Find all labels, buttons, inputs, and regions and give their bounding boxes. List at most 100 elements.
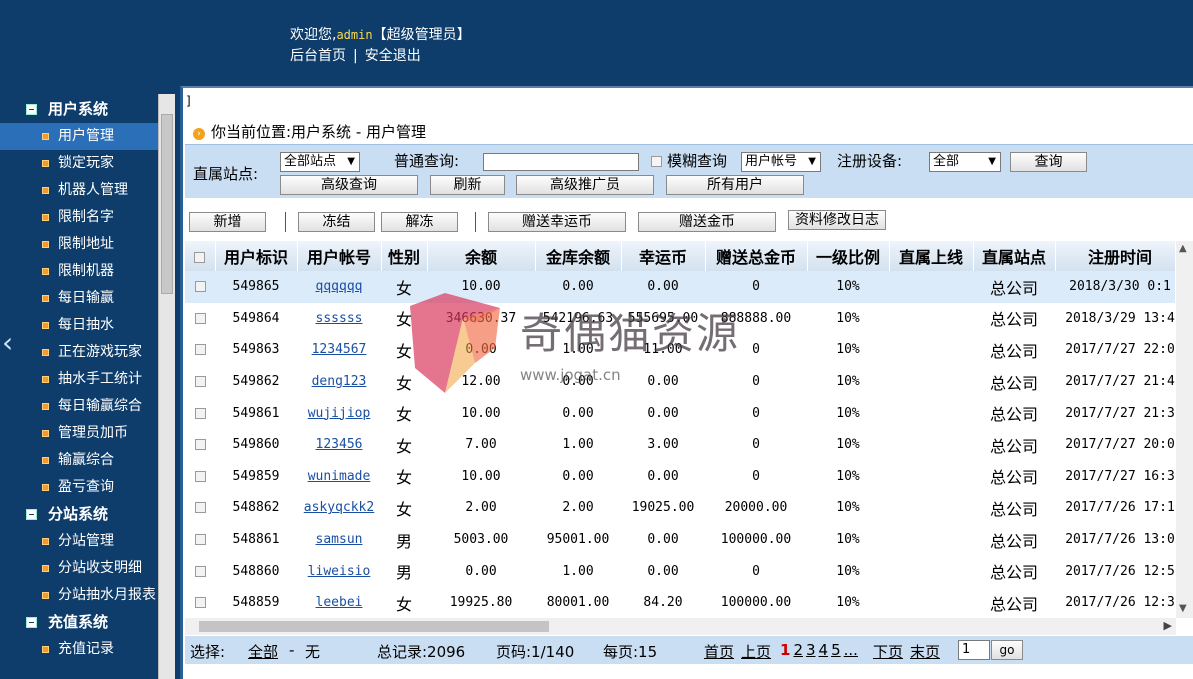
horizontal-scroll-thumb[interactable] [199,621,549,632]
page-number-link[interactable]: 5 [831,641,841,659]
sidebar-item[interactable]: 锁定玩家 [0,150,158,177]
table-row[interactable]: 548861 samsun 男 5003.00 95001.00 0.00 100000.0… [185,524,1175,556]
row-select-cell[interactable] [185,397,215,429]
row-select-cell[interactable] [185,366,215,398]
row-checkbox[interactable] [194,502,206,514]
sidebar-item[interactable]: 输赢综合 [0,447,158,474]
sidebar-item[interactable]: 机器人管理 [0,177,158,204]
table-row[interactable]: 549859 wunimade 女 10.00 0.00 0.00 0 10% 总公司 2017/… [185,461,1175,493]
row-checkbox[interactable] [194,376,206,388]
next-page-link[interactable]: 下页 [873,641,903,662]
table-row[interactable]: 549862 deng123 女 12.00 0.00 0.00 0 10% 总公司 2017/7… [185,366,1175,398]
all-users-button[interactable]: 所有用户 [666,175,804,195]
row-checkbox[interactable] [194,407,206,419]
collapse-box-icon[interactable] [26,617,37,628]
sidebar-item[interactable]: 分站收支明细 [0,555,158,582]
sidebar-group-0[interactable]: 用户系统 [0,96,158,123]
goto-page-input[interactable]: 1 [958,640,990,660]
column-header[interactable]: 金库余额 [535,241,622,271]
column-header[interactable]: 注册时间 [1055,241,1175,271]
select-none-link[interactable]: 无 [305,641,320,662]
fuzzy-checkbox[interactable] [651,156,662,167]
station-select[interactable]: 全部站点 ▼ [280,152,360,172]
table-vertical-scrollbar[interactable]: ▲ ▼ [1176,241,1193,618]
column-header[interactable]: 一级比例 [807,241,890,271]
row-checkbox[interactable] [194,470,206,482]
row-select-cell[interactable] [185,334,215,366]
row-checkbox[interactable] [194,439,206,451]
account-link[interactable]: leebei [297,587,381,618]
table-row[interactable]: 548862 askyqckk2 女 2.00 2.00 19025.00 20000.00… [185,492,1175,524]
table-row[interactable]: 549860 123456 女 7.00 1.00 3.00 0 10% 总公司 2017/7/2… [185,429,1175,461]
table-row[interactable]: 548859 leebei 女 19925.80 80001.00 84.20 100000… [185,587,1175,618]
sidebar-item[interactable]: 限制地址 [0,231,158,258]
column-header[interactable]: 幸运币 [621,241,706,271]
sidebar-item[interactable]: 抽水手工统计 [0,366,158,393]
account-link[interactable]: samsun [297,524,381,556]
logout-link[interactable]: 安全退出 [365,48,421,64]
column-header[interactable]: 直属站点 [973,241,1056,271]
search-input[interactable] [483,153,639,171]
sidebar-item[interactable]: 管理员加币 [0,420,158,447]
row-checkbox[interactable] [194,534,206,546]
scroll-up-icon[interactable]: ▲ [1179,243,1187,254]
sidebar-item[interactable]: 每日输赢综合 [0,393,158,420]
scroll-right-icon[interactable]: ▶ [1164,619,1172,632]
row-checkbox[interactable] [194,565,206,577]
row-select-cell[interactable] [185,492,215,524]
column-header[interactable]: 用户标识 [215,241,298,271]
last-page-link[interactable]: 末页 [910,641,940,662]
account-link[interactable]: wujijiop [297,397,381,429]
add-button[interactable]: 新增 [189,212,266,232]
collapse-box-icon[interactable] [26,509,37,520]
home-link[interactable]: 后台首页 [290,48,346,64]
sidebar-item[interactable]: 限制机器 [0,258,158,285]
select-all-link[interactable]: 全部 [248,641,278,662]
refresh-button[interactable]: 刷新 [430,175,505,195]
sidebar-item[interactable]: 用户管理 [0,123,158,150]
scroll-down-icon[interactable]: ▼ [1179,603,1187,614]
promoter-button[interactable]: 高级推广员 [516,175,654,195]
sidebar-item[interactable]: 每日输赢 [0,285,158,312]
column-header[interactable]: 性别 [381,241,428,271]
select-all-header[interactable] [185,241,216,271]
sidebar-item[interactable]: 分站抽水月报表 [0,582,158,609]
sidebar-item[interactable]: 盈亏查询 [0,474,158,501]
sidebar-item[interactable]: 分站管理 [0,528,158,555]
row-select-cell[interactable] [185,524,215,556]
row-select-cell[interactable] [185,555,215,587]
sidebar-item[interactable]: 限制名字 [0,204,158,231]
go-button[interactable]: go [991,640,1023,660]
account-link[interactable]: liweisio [297,555,381,587]
advanced-query-button[interactable]: 高级查询 [280,175,418,195]
table-row[interactable]: 549861 wujijiop 女 10.00 0.00 0.00 0 10% 总公司 2017/… [185,397,1175,429]
table-row[interactable]: 549865 qqqqqq 女 10.00 0.00 0.00 0 10% 总公司 2018/3/… [185,271,1175,303]
account-link[interactable]: qqqqqq [297,271,381,303]
account-link[interactable]: 1234567 [297,334,381,366]
table-row[interactable]: 548860 liweisio 男 0.00 1.00 0.00 0 10% 总公司 2017/7… [185,555,1175,587]
sidebar-item[interactable]: 每日抽水 [0,312,158,339]
field-select[interactable]: 用户帐号 ▼ [741,152,821,172]
page-number-link[interactable]: 2 [793,641,803,659]
sidebar-group-2[interactable]: 充值系统 [0,609,158,636]
sidebar-scrollbar[interactable] [158,94,175,679]
collapse-box-icon[interactable] [26,104,37,115]
column-header[interactable]: 用户帐号 [297,241,382,271]
column-header[interactable]: 余额 [427,241,536,271]
row-select-cell[interactable] [185,461,215,493]
row-select-cell[interactable] [185,271,215,303]
gift-gold-button[interactable]: 赠送金币 [638,212,776,232]
unfreeze-button[interactable]: 解冻 [381,212,458,232]
column-header[interactable]: 直属上线 [889,241,974,271]
sidebar-item[interactable]: 正在游戏玩家 [0,339,158,366]
row-checkbox[interactable] [194,281,206,293]
change-log-button[interactable]: 资料修改日志 [788,210,886,230]
sidebar-scroll-thumb[interactable] [161,114,173,294]
page-number-link[interactable]: 3 [806,641,816,659]
row-checkbox[interactable] [194,312,206,324]
page-number-link[interactable]: 1 [780,641,790,659]
account-link[interactable]: askyqckk2 [297,492,381,524]
page-number-link[interactable]: 4 [819,641,829,659]
page-number-link[interactable]: ... [844,641,858,659]
row-select-cell[interactable] [185,587,215,618]
